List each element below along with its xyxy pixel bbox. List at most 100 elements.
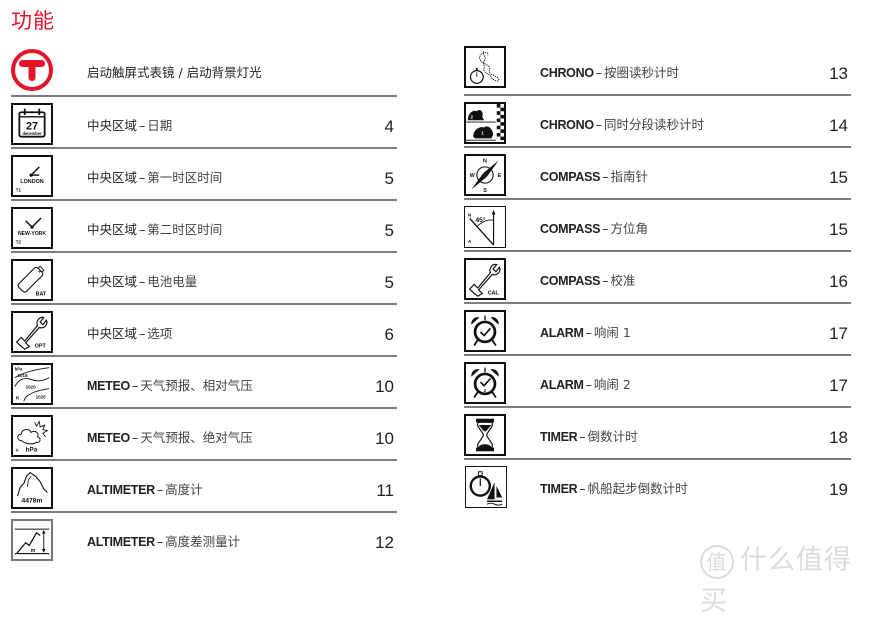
page-number: 4	[384, 117, 394, 136]
feature-label: ALTIMETER – 高度差测量计	[87, 534, 241, 549]
time-zone-london-icon: LONDON T1	[11, 155, 53, 197]
watermark-logo-icon: 值	[700, 544, 734, 579]
feature-row-date[interactable]: 27 december 中央区域 – 日期 4	[11, 97, 397, 149]
page-number: 11	[376, 481, 394, 500]
feature-row-alarm-2[interactable]: 2 ALARM – 响闹 2 17	[464, 356, 851, 408]
page-number: 5	[384, 273, 394, 292]
feature-row-altitude-difference[interactable]: m ALTIMETER – 高度差测量计 12	[11, 513, 397, 565]
svg-text:T2: T2	[16, 239, 22, 244]
svg-text:CAL: CAL	[488, 290, 500, 296]
feature-row-split-chrono[interactable]: 21 CHRONO – 同时分段读秒计时 14	[464, 96, 851, 148]
svg-text:S: S	[483, 188, 487, 194]
svg-text:december: december	[22, 131, 42, 136]
feature-row-compass[interactable]: N W E S COMPASS – 指南针 15	[464, 148, 851, 200]
svg-text:W: W	[470, 173, 476, 179]
feature-label: 中央区域 – 电池电量	[87, 274, 198, 289]
feature-row-battery[interactable]: + BAT 中央区域 – 电池电量 5	[11, 253, 397, 305]
page-number: 16	[829, 272, 848, 291]
feature-label: TIMER – 帆船起步倒数计时	[540, 481, 688, 496]
alarm-clock-2-icon: 2	[464, 362, 506, 404]
feature-row-bearing[interactable]: N 45° A COMPASS – 方位角 15	[464, 200, 851, 252]
svg-text:R: R	[16, 395, 20, 400]
page-number: 10	[375, 429, 394, 448]
feature-label: 中央区域 – 日期	[87, 118, 173, 133]
feature-row-meteo-relative[interactable]: hPa 1015 1020 1025 R METEO – 天气预报、相对气压 10	[11, 357, 397, 409]
time-zone-newyork-icon: NEW-YORK T2	[11, 207, 53, 249]
split-chrono-icon: 21	[464, 102, 506, 144]
page-number: 18	[829, 428, 848, 447]
feature-label: 中央区域 – 选项	[87, 326, 173, 341]
svg-text:NEW-YORK: NEW-YORK	[18, 231, 46, 237]
svg-text:m: m	[30, 548, 35, 554]
feature-row-calibrate[interactable]: CAL COMPASS – 校准 16	[464, 252, 851, 304]
feature-row-options[interactable]: OPT 中央区域 – 选项 6	[11, 305, 397, 357]
feature-label: COMPASS – 指南针	[540, 169, 648, 184]
svg-text:1015: 1015	[18, 373, 29, 378]
feature-label: 中央区域 – 第二时区时间	[87, 222, 223, 237]
feature-label: ALARM – 响闹 2	[540, 377, 631, 392]
weather-cloud-sun-icon: AhPa	[11, 415, 53, 457]
feature-row-time-zone-1[interactable]: LONDON T1 中央区域 – 第一时区时间 5	[11, 149, 397, 201]
page-number: 5	[384, 169, 394, 188]
isobar-pressure-icon: hPa 1015 1020 1025 R	[11, 363, 53, 405]
altitude-difference-icon: m	[11, 519, 53, 561]
feature-row-regatta-timer[interactable]: TIMER – 帆船起步倒数计时 19	[464, 460, 851, 512]
page-number: 17	[829, 324, 848, 343]
feature-label: METEO – 天气预报、相对气压	[87, 378, 253, 393]
feature-label: CHRONO – 按圈读秒计时	[540, 65, 680, 80]
feature-row-meteo-absolute[interactable]: AhPa METEO – 天气预报、绝对气压 10	[11, 409, 397, 461]
feature-label: 中央区域 – 第一时区时间	[87, 170, 223, 185]
page-title: 功能	[11, 9, 55, 33]
feature-label: ALTIMETER – 高度计	[87, 482, 203, 497]
svg-text:4478m: 4478m	[21, 497, 42, 504]
regatta-timer-icon	[465, 466, 507, 508]
svg-text:N: N	[483, 158, 487, 164]
battery-icon: + BAT	[11, 259, 53, 301]
calendar-icon: 27 december	[11, 103, 53, 145]
svg-text:E: E	[498, 173, 502, 179]
page-number: 15	[829, 220, 848, 239]
page-number: 14	[829, 116, 848, 135]
feature-label: ALARM – 响闹 1	[540, 325, 631, 340]
bearing-icon: N 45° A	[464, 206, 506, 248]
svg-text:A: A	[16, 447, 19, 452]
svg-text:1020: 1020	[26, 385, 37, 390]
page-number: 10	[375, 377, 394, 396]
feature-row-time-zone-2[interactable]: NEW-YORK T2 中央区域 – 第二时区时间 5	[11, 201, 397, 253]
feature-row-timer[interactable]: TIMER – 倒数计时 18	[464, 408, 851, 460]
feature-label: COMPASS – 校准	[540, 273, 636, 288]
feature-label: METEO – 天气预报、绝对气压	[87, 430, 253, 445]
svg-text:hPa: hPa	[15, 366, 23, 371]
page-number: 6	[384, 325, 394, 344]
feature-row-alarm-1[interactable]: ALARM – 响闹 1 17	[464, 304, 851, 356]
feature-row-lap-chrono[interactable]: CHRONO – 按圈读秒计时 13	[464, 44, 851, 96]
svg-text:LONDON: LONDON	[20, 179, 44, 185]
feature-row-altimeter[interactable]: 4478m ALTIMETER – 高度计 11	[11, 461, 397, 513]
page-number: 12	[375, 533, 394, 552]
hourglass-icon	[464, 414, 506, 456]
wrench-options-icon: OPT	[11, 311, 53, 353]
feature-list-left: 启动触屏式表镜 / 启动背景灯光 27 december 中央区域 – 日期 4 LO…	[10, 44, 397, 565]
feature-list-right: CHRONO – 按圈读秒计时 13 21 CHRONO – 同时分段读秒计时 14 N…	[464, 44, 851, 512]
feature-label: CHRONO – 同时分段读秒计时	[540, 117, 705, 132]
svg-text:hPa: hPa	[26, 446, 38, 453]
svg-text:OPT: OPT	[35, 343, 47, 349]
page-number: 17	[829, 376, 848, 395]
svg-text:1025: 1025	[36, 394, 47, 399]
feature-label: TIMER – 倒数计时	[540, 429, 638, 444]
svg-text:+: +	[37, 270, 42, 276]
feature-row-touch-backlight[interactable]: 启动触屏式表镜 / 启动背景灯光	[10, 44, 397, 97]
compass-icon: N W E S	[464, 154, 506, 196]
feature-label: COMPASS – 方位角	[540, 221, 648, 236]
svg-text:45°: 45°	[475, 216, 485, 224]
wrench-calibrate-icon: CAL	[464, 258, 506, 300]
page-number: 13	[829, 64, 848, 83]
page-number: 5	[384, 221, 394, 240]
touch-t-icon	[10, 48, 54, 92]
mountain-altitude-icon: 4478m	[11, 467, 53, 509]
svg-text:A: A	[468, 239, 472, 245]
feature-label: 启动触屏式表镜 / 启动背景灯光	[87, 65, 262, 80]
lap-chrono-icon	[464, 46, 506, 88]
page-number: 19	[829, 480, 848, 499]
page-number: 15	[829, 168, 848, 187]
